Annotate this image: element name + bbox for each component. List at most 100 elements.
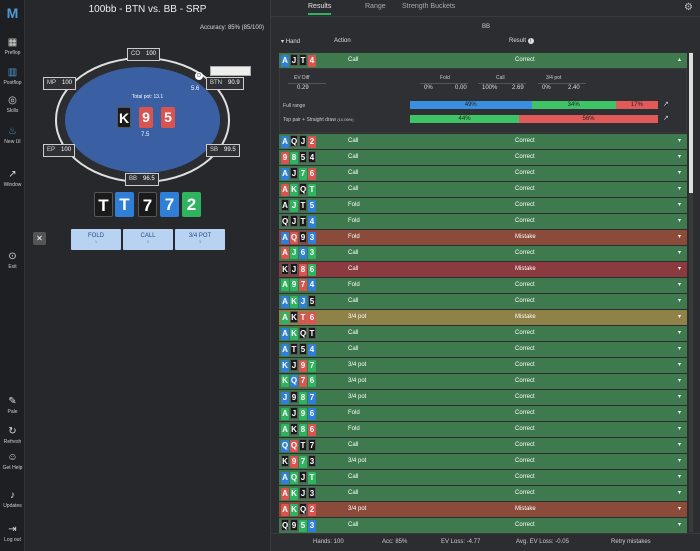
table-row[interactable]: A K Q 2 3/4 pot Mistake ▾ — [279, 501, 687, 517]
table-row[interactable]: A Q J 2 Call Correct ▾ — [279, 133, 687, 149]
chevron-down-icon[interactable]: ▾ — [678, 153, 681, 160]
table-row[interactable]: K J 9 7 3/4 pot Correct ▾ — [279, 357, 687, 373]
chevron-down-icon[interactable]: ▾ — [678, 329, 681, 336]
table-row[interactable]: A T 5 4 Call Correct ▾ — [279, 341, 687, 357]
sidebar-item-get-help[interactable]: ☺ Get Help — [0, 453, 25, 472]
table-row[interactable]: A Q 9 3 Fold Mistake ▾ — [279, 229, 687, 245]
table-row[interactable]: A J 7 6 Call Correct ▾ — [279, 165, 687, 181]
hand-cards: AJ96 — [281, 407, 317, 420]
external-link-icon[interactable]: ↗ — [663, 100, 669, 108]
chevron-down-icon[interactable]: ▾ — [678, 345, 681, 352]
chevron-down-icon[interactable]: ▾ — [678, 265, 681, 272]
chevron-down-icon[interactable]: ▾ — [678, 137, 681, 144]
row-result: Correct — [515, 138, 535, 144]
table-row[interactable]: A J 9 6 Fold Correct ▾ — [279, 405, 687, 421]
sidebar-item-new-ui[interactable]: ♨ New UI — [0, 127, 25, 146]
tab-results[interactable]: Results — [308, 3, 332, 15]
hand-card: 9 — [290, 391, 298, 403]
table-row-expanded[interactable]: AJT4 Call Correct ▴ — [279, 52, 687, 68]
scrollbar[interactable] — [689, 52, 693, 532]
chevron-down-icon[interactable]: ▾ — [678, 457, 681, 464]
chevron-down-icon[interactable]: ▾ — [678, 361, 681, 368]
hand-card: K — [290, 328, 298, 340]
table-row[interactable]: Q Q T 7 Call Correct ▾ — [279, 437, 687, 453]
brush-icon: ✎ — [8, 396, 17, 407]
chevron-down-icon[interactable]: ▾ — [678, 409, 681, 416]
avg-ev-loss: Avg. EV Loss: -0.05 — [516, 539, 569, 545]
chevron-down-icon[interactable]: ▾ — [678, 313, 681, 320]
sidebar-item-preflop[interactable]: ▦ Preflop — [0, 38, 25, 57]
three-quarter-pot-button[interactable]: 3/4 POT 3 — [175, 229, 225, 250]
row-action: 3/4 pot — [348, 362, 367, 368]
hand-card: J — [290, 407, 298, 419]
sidebar-item-window[interactable]: ↗ Window — [0, 170, 25, 189]
hand-header[interactable]: ▾ Hand — [281, 38, 300, 45]
chevron-down-icon[interactable]: ▾ — [678, 441, 681, 448]
chevron-down-icon[interactable]: ▾ — [678, 185, 681, 192]
table-row[interactable]: K 9 7 3 3/4 pot Correct ▾ — [279, 453, 687, 469]
hand-card: 7 — [308, 392, 316, 404]
table-row[interactable]: A K J 3 Call Correct ▾ — [279, 485, 687, 501]
chevron-down-icon[interactable]: ▾ — [678, 377, 681, 384]
chevron-down-icon[interactable]: ▾ — [678, 473, 681, 480]
bb-bet: 7.5 — [141, 132, 150, 138]
hand-card: 8 — [299, 392, 307, 404]
table-row[interactable]: A K Q T Call Correct ▾ — [279, 181, 687, 197]
call-button[interactable]: CALL 2 — [123, 229, 173, 250]
chevron-down-icon[interactable]: ▾ — [678, 249, 681, 256]
table-row[interactable]: A K J 5 Call Correct ▾ — [279, 293, 687, 309]
chevron-down-icon[interactable]: ▾ — [678, 217, 681, 224]
chevron-up-icon[interactable]: ▴ — [678, 56, 681, 63]
row-action: Call — [348, 298, 359, 304]
hand-card: 4 — [308, 151, 316, 163]
table-row[interactable]: Q J T 4 Fold Correct ▾ — [279, 213, 687, 229]
table-row[interactable]: A J T 5 Fold Correct ▾ — [279, 197, 687, 213]
sidebar-item-refresh[interactable]: ↻ Refresh — [0, 427, 25, 446]
fold-button[interactable]: FOLD 1 — [71, 229, 121, 250]
table-row[interactable]: A K T 6 3/4 pot Mistake ▾ — [279, 309, 687, 325]
table-row[interactable]: J 9 8 7 3/4 pot Correct ▾ — [279, 389, 687, 405]
hand-card: K — [281, 455, 289, 467]
hand-card: 8 — [290, 152, 298, 164]
hand-cards: AK86 — [281, 423, 317, 436]
sidebar-item-postflop[interactable]: ▥ Postflop — [0, 68, 25, 87]
tab-strength-buckets[interactable]: Strength Buckets — [402, 3, 455, 13]
hand-card: J — [299, 135, 307, 147]
chevron-down-icon[interactable]: ▾ — [678, 505, 681, 512]
gear-icon[interactable]: ⚙ — [684, 2, 693, 13]
table-row[interactable]: K J 8 6 Call Mistake ▾ — [279, 261, 687, 277]
sidebar-item-pale[interactable]: ✎ Pale — [0, 396, 25, 416]
chevron-down-icon[interactable]: ▾ — [678, 393, 681, 400]
table-row[interactable]: K Q 7 6 3/4 pot Correct ▾ — [279, 373, 687, 389]
table-row[interactable]: A J 6 3 Call Correct ▾ — [279, 245, 687, 261]
hand-card: 7 — [299, 168, 307, 180]
chevron-down-icon[interactable]: ▾ — [678, 521, 681, 528]
chevron-down-icon[interactable]: ▾ — [678, 297, 681, 304]
close-icon[interactable]: ✕ — [33, 232, 46, 245]
chevron-down-icon[interactable]: ▾ — [678, 169, 681, 176]
chevron-down-icon[interactable]: ▾ — [678, 233, 681, 240]
table-row[interactable]: A Q J T Call Correct ▾ — [279, 469, 687, 485]
hand-card: T — [290, 343, 298, 355]
chevron-down-icon[interactable]: ▾ — [678, 425, 681, 432]
table-row[interactable]: Q 9 5 3 Call Correct ▾ — [279, 517, 687, 533]
hand-card: K — [290, 184, 298, 196]
chevron-down-icon[interactable]: ▾ — [678, 281, 681, 288]
sidebar-item-log-out[interactable]: ⇥ Log out — [0, 525, 25, 544]
sidebar-item-updates[interactable]: ♪ Updates — [0, 491, 25, 510]
sidebar-item-skills[interactable]: ◎ Skills — [0, 96, 25, 115]
table-row[interactable]: A 9 7 4 Fold Correct ▾ — [279, 277, 687, 293]
tab-range[interactable]: Range — [365, 3, 386, 13]
external-link-icon[interactable]: ↗ — [663, 114, 669, 122]
chevron-down-icon[interactable]: ▾ — [678, 489, 681, 496]
table-row[interactable]: A K 8 6 Fold Correct ▾ — [279, 421, 687, 437]
table-row[interactable]: 9 8 5 4 Call Correct ▾ — [279, 149, 687, 165]
sidebar-item-exit[interactable]: ⊙ Exit — [0, 252, 25, 271]
table-row[interactable]: A K Q T Call Correct ▾ — [279, 325, 687, 341]
hand-card: A — [281, 232, 289, 244]
chevron-down-icon[interactable]: ▾ — [678, 201, 681, 208]
row-result: Correct — [515, 346, 535, 352]
retry-mistakes-button[interactable]: Retry mistakes — [611, 539, 651, 545]
scrollbar-thumb[interactable] — [689, 53, 693, 193]
hand-card: A — [281, 488, 289, 500]
